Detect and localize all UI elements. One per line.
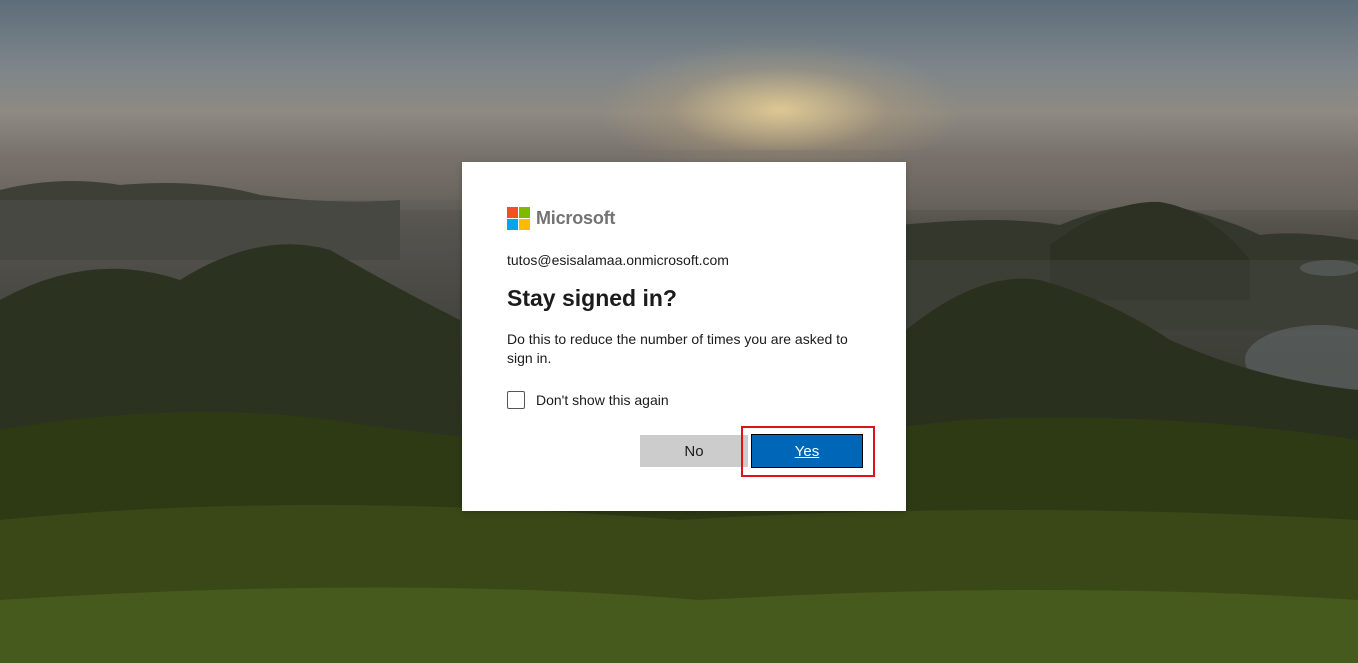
dont-show-again-label: Don't show this again — [536, 392, 669, 408]
microsoft-logo: Microsoft — [507, 207, 615, 230]
no-button[interactable]: No — [640, 435, 748, 467]
dont-show-again-checkbox[interactable] — [507, 391, 525, 409]
stay-signed-in-dialog: Microsoft tutos@esisalamaa.onmicrosoft.c… — [462, 162, 906, 511]
logo-square-blue — [507, 219, 518, 230]
dialog-title: Stay signed in? — [507, 285, 677, 311]
dont-show-again-option[interactable]: Don't show this again — [507, 391, 669, 409]
logo-square-green — [519, 207, 530, 218]
dialog-description: Do this to reduce the number of times yo… — [507, 331, 848, 366]
logo-square-red — [507, 207, 518, 218]
microsoft-wordmark: Microsoft — [536, 208, 616, 228]
logo-square-yellow — [519, 219, 530, 230]
microsoft-logo-icon — [507, 207, 530, 230]
account-email: tutos@esisalamaa.onmicrosoft.com — [507, 252, 729, 268]
yes-button[interactable]: Yes — [751, 434, 863, 468]
